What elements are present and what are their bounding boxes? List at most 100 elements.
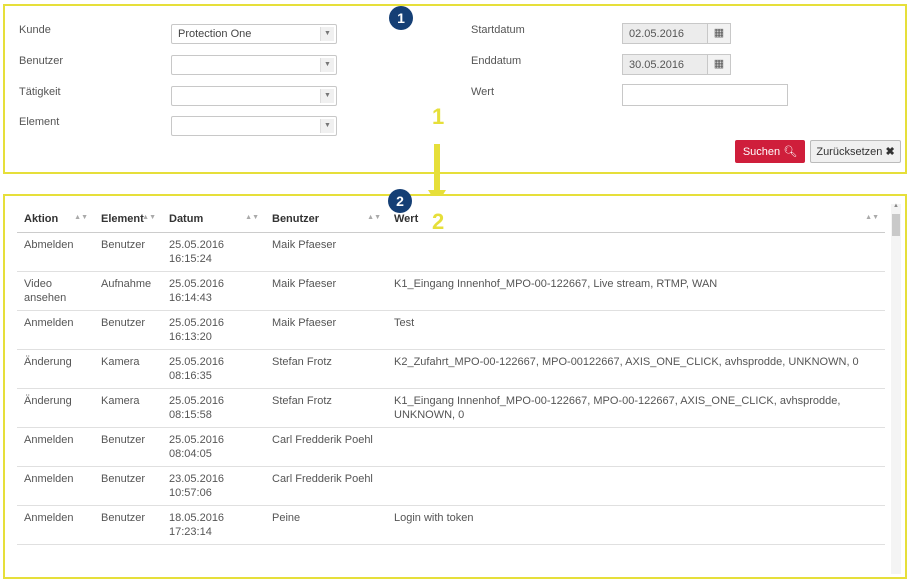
cell-wert: Login with token bbox=[387, 505, 885, 545]
cell-benutzer: Stefan Frotz bbox=[265, 388, 387, 428]
date-value: 25.05.2016 bbox=[169, 355, 225, 368]
table-row[interactable]: Abmelden Benutzer 25.05.2016 16:15:24 Maik P… bbox=[17, 232, 885, 272]
search-icon: 🔍︎ bbox=[783, 146, 798, 158]
filter-panel: Kunde Protection One ▼ Benutzer ▼ Tätigk… bbox=[3, 4, 907, 174]
results-panel: Aktion ▲▼ Element ▲▼ Datum ▲▼ Benutzer ▲▼ We… bbox=[3, 194, 907, 579]
table-row[interactable]: Anmelden Benutzer 25.05.2016 08:04:05 Carl F… bbox=[17, 427, 885, 467]
cell-datum: 25.05.2016 08:15:58 bbox=[162, 388, 265, 428]
cell-wert bbox=[387, 466, 885, 506]
cell-wert bbox=[387, 232, 885, 272]
scrollbar-thumb[interactable] bbox=[892, 214, 900, 236]
cell-aktion: Abmelden bbox=[17, 232, 94, 272]
table-row[interactable]: Änderung Kamera 25.05.2016 08:16:35 Stefan F… bbox=[17, 349, 885, 389]
time-value: 08:15:58 bbox=[169, 408, 212, 421]
cell-datum: 25.05.2016 16:15:24 bbox=[162, 232, 265, 272]
date-value: 25.05.2016 bbox=[169, 433, 225, 446]
startdatum-label: Startdatum bbox=[471, 24, 525, 36]
time-value: 08:04:05 bbox=[169, 447, 212, 460]
search-button[interactable]: Suchen 🔍︎ bbox=[735, 140, 805, 163]
caret-down-icon: ▼ bbox=[320, 58, 334, 72]
close-icon: ✖ bbox=[885, 146, 895, 158]
cell-benutzer: Stefan Frotz bbox=[265, 349, 387, 389]
sort-icon: ▲▼ bbox=[865, 214, 879, 221]
benutzer-label: Benutzer bbox=[19, 55, 64, 67]
date-value: 25.05.2016 bbox=[169, 277, 225, 290]
cell-datum: 18.05.2016 17:23:14 bbox=[162, 505, 265, 545]
cell-benutzer: Peine bbox=[265, 505, 387, 545]
cell-wert bbox=[387, 427, 885, 467]
cell-element: Aufnahme bbox=[94, 271, 162, 311]
calendar-icon[interactable]: ▦ bbox=[707, 23, 731, 44]
column-header-datum[interactable]: Datum ▲▼ bbox=[162, 206, 265, 233]
cell-benutzer: Maik Pfaeser bbox=[265, 271, 387, 311]
cell-benutzer: Maik Pfaeser bbox=[265, 310, 387, 350]
date-value: 25.05.2016 bbox=[169, 316, 225, 329]
cell-datum: 25.05.2016 16:14:43 bbox=[162, 271, 265, 311]
cell-aktion: Video ansehen bbox=[17, 271, 94, 311]
cell-wert: K2_Zufahrt_MPO-00-122667, MPO-00122667, … bbox=[387, 349, 885, 389]
cell-aktion: Änderung bbox=[17, 388, 94, 428]
time-value: 16:13:20 bbox=[169, 330, 212, 343]
kunde-label: Kunde bbox=[19, 24, 51, 36]
column-header-aktion[interactable]: Aktion ▲▼ bbox=[17, 206, 94, 233]
caret-down-icon: ▼ bbox=[320, 89, 334, 103]
annotation-arrow bbox=[434, 144, 440, 194]
annotation-badge-2: 2 bbox=[388, 189, 412, 213]
table-row[interactable]: Video ansehen Aufnahme 25.05.2016 16:14:43 M… bbox=[17, 271, 885, 311]
caret-down-icon: ▼ bbox=[320, 119, 334, 133]
sort-icon: ▲▼ bbox=[245, 214, 259, 221]
column-header-element[interactable]: Element ▲▼ bbox=[94, 206, 162, 233]
wert-label: Wert bbox=[471, 86, 495, 98]
scroll-up-icon[interactable]: ▲ bbox=[891, 203, 901, 209]
time-value: 16:15:24 bbox=[169, 252, 212, 265]
table-header-row: Aktion ▲▼ Element ▲▼ Datum ▲▼ Benutzer ▲▼ We… bbox=[17, 206, 885, 233]
time-value: 08:16:35 bbox=[169, 369, 212, 382]
column-header-wert[interactable]: Wert ▲▼ bbox=[387, 206, 885, 233]
table-row[interactable]: Anmelden Benutzer 23.05.2016 10:57:06 Carl F… bbox=[17, 466, 885, 506]
cell-benutzer: Carl Fredderik Poehl bbox=[265, 427, 387, 467]
arrow-start-label: 1 bbox=[432, 104, 445, 129]
cell-element: Kamera bbox=[94, 349, 162, 389]
table-row[interactable]: Änderung Kamera 25.05.2016 08:15:58 Stefan F… bbox=[17, 388, 885, 428]
table-row[interactable]: Anmelden Benutzer 25.05.2016 16:13:20 Maik P… bbox=[17, 310, 885, 350]
cell-benutzer: Carl Fredderik Poehl bbox=[265, 466, 387, 506]
caret-down-icon: ▼ bbox=[320, 27, 334, 41]
cell-wert: K1_Eingang Innenhof_MPO-00-122667, Live … bbox=[387, 271, 885, 311]
cell-datum: 25.05.2016 16:13:20 bbox=[162, 310, 265, 350]
annotation-badge-1: 1 bbox=[389, 6, 413, 30]
date-value: 25.05.2016 bbox=[169, 238, 225, 251]
enddatum-value: 30.05.2016 bbox=[629, 59, 685, 71]
cell-element: Kamera bbox=[94, 388, 162, 428]
date-value: 23.05.2016 bbox=[169, 472, 225, 485]
cell-element: Benutzer bbox=[94, 505, 162, 545]
sort-icon: ▲▼ bbox=[367, 214, 381, 221]
taetigkeit-select[interactable]: ▼ bbox=[171, 86, 337, 106]
column-header-benutzer[interactable]: Benutzer ▲▼ bbox=[265, 206, 387, 233]
enddatum-input[interactable]: 30.05.2016 bbox=[622, 54, 708, 75]
sort-icon: ▲▼ bbox=[74, 214, 88, 221]
time-value: 17:23:14 bbox=[169, 525, 212, 538]
element-select[interactable]: ▼ bbox=[171, 116, 337, 136]
calendar-icon[interactable]: ▦ bbox=[707, 54, 731, 75]
kunde-value: Protection One bbox=[178, 28, 252, 40]
audit-log-table: Aktion ▲▼ Element ▲▼ Datum ▲▼ Benutzer ▲▼ We… bbox=[17, 206, 885, 545]
cell-datum: 25.05.2016 08:16:35 bbox=[162, 349, 265, 389]
reset-button[interactable]: Zurücksetzen ✖ bbox=[810, 140, 901, 163]
cell-wert: Test bbox=[387, 310, 885, 350]
table-row[interactable]: Anmelden Benutzer 18.05.2016 17:23:14 Peine L… bbox=[17, 505, 885, 545]
vertical-scrollbar[interactable]: ▲ bbox=[891, 203, 901, 574]
kunde-select[interactable]: Protection One ▼ bbox=[171, 24, 337, 44]
enddatum-label: Enddatum bbox=[471, 55, 522, 67]
startdatum-value: 02.05.2016 bbox=[629, 28, 685, 40]
benutzer-select[interactable]: ▼ bbox=[171, 55, 337, 75]
cell-aktion: Anmelden bbox=[17, 310, 94, 350]
date-value: 18.05.2016 bbox=[169, 511, 225, 524]
cell-datum: 25.05.2016 08:04:05 bbox=[162, 427, 265, 467]
taetigkeit-label: Tätigkeit bbox=[19, 86, 61, 98]
cell-aktion: Anmelden bbox=[17, 466, 94, 506]
search-label: Suchen bbox=[742, 146, 781, 158]
startdatum-input[interactable]: 02.05.2016 bbox=[622, 23, 708, 44]
time-value: 10:57:06 bbox=[169, 486, 212, 499]
wert-input[interactable] bbox=[622, 84, 788, 106]
cell-element: Benutzer bbox=[94, 427, 162, 467]
